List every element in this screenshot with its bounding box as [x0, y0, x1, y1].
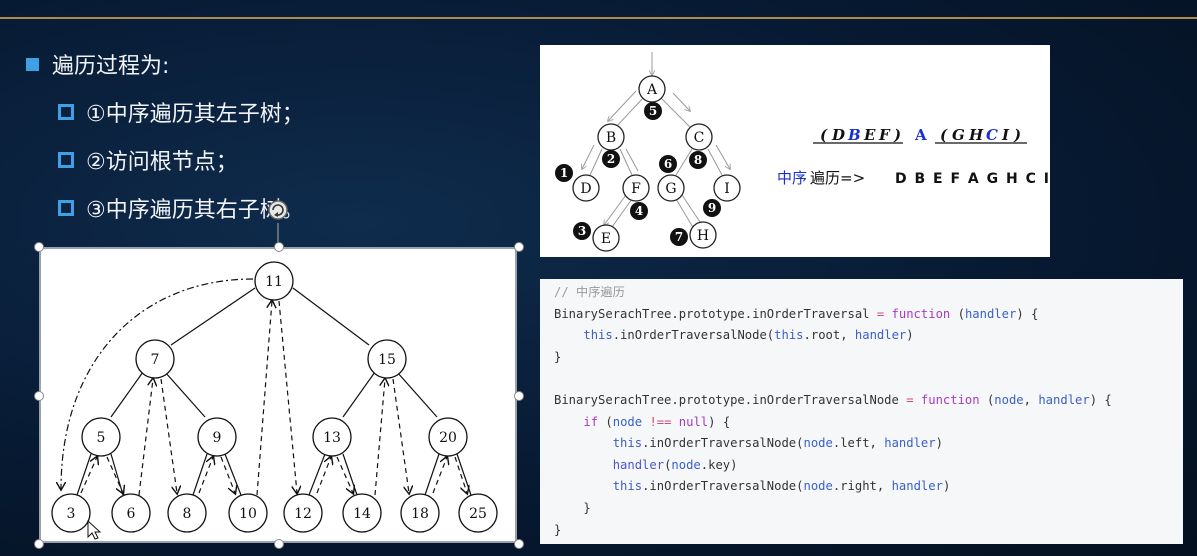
tree-leaf: 18: [411, 506, 429, 522]
resize-handle-n[interactable]: [274, 242, 284, 252]
result-label: 遍历=>: [810, 169, 865, 187]
code-block: // 中序遍历 BinarySerachTree.prototype.inOrd…: [554, 285, 1112, 537]
bullet-main: 遍历过程为:: [26, 48, 169, 80]
big-tree-diagram: 11 7 15 5 9 13 20 3 6 8 10 12 14 18 25: [51, 261, 498, 533]
result-label-blue: 中序: [777, 169, 807, 187]
resize-handle-w[interactable]: [34, 391, 44, 401]
step-4: 4: [635, 204, 643, 218]
tree-leaf: 6: [127, 506, 136, 522]
step-5: 5: [649, 104, 657, 118]
node-E: E: [601, 231, 611, 247]
step-2: 2: [607, 152, 615, 166]
big-tree-image[interactable]: 11 7 15 5 9 13 20 3 6 8 10 12 14 18 25: [39, 247, 517, 543]
bullet-step-1-text: ①中序遍历其左子树；: [86, 102, 304, 127]
svg-text:B: B: [847, 126, 861, 144]
bullet-step-2-text: ②访问根节点；: [86, 150, 238, 175]
rotate-handle[interactable]: [262, 195, 294, 247]
bullet-hollow-square-icon: [58, 152, 74, 168]
step-8: 8: [694, 153, 702, 167]
node-F: F: [631, 181, 641, 197]
bullet-main-text: 遍历过程为:: [52, 54, 170, 79]
svg-text:H: H: [968, 126, 984, 144]
bullet-hollow-square-icon: [58, 104, 74, 120]
tree-node-root: 11: [265, 274, 283, 290]
resize-handle-ne[interactable]: [514, 242, 524, 252]
resize-handle-nw[interactable]: [34, 242, 44, 252]
resize-handle-e[interactable]: [514, 391, 524, 401]
svg-text:): ): [1013, 126, 1021, 144]
step-9: 9: [708, 201, 716, 215]
node-A: A: [646, 82, 658, 98]
tree-node: 7: [151, 352, 160, 368]
node-C: C: [694, 130, 705, 146]
svg-text:(: (: [820, 126, 828, 144]
tree-node: 15: [378, 352, 396, 368]
tree-leaf: 3: [67, 506, 76, 522]
svg-text:G: G: [952, 126, 965, 144]
bullet-square-icon: [26, 57, 39, 71]
svg-text:E: E: [863, 126, 876, 144]
grouping-expression: ( D B E F ) A ( G H C I ): [813, 126, 1027, 144]
step-6: 6: [664, 157, 672, 171]
tree-node: 9: [213, 430, 222, 446]
result-sequence: D B E F A G H C I: [895, 171, 1050, 187]
svg-text:A: A: [914, 126, 927, 144]
resize-handle-s[interactable]: [274, 539, 284, 549]
tree-node: 13: [323, 430, 341, 446]
tree-leaf: 25: [469, 506, 487, 522]
svg-text:I: I: [1001, 126, 1010, 144]
bullet-hollow-square-icon: [58, 200, 74, 216]
svg-text:D: D: [831, 126, 845, 144]
svg-text:): ): [893, 126, 901, 144]
header-divider: [0, 17, 1197, 19]
small-tree-diagram: A B C D F G I E H 1 2 3 4 5 6 7 8 9 (D …: [555, 52, 1050, 252]
tree-node: 5: [97, 430, 106, 446]
bullet-step-2: ②访问根节点；: [58, 144, 238, 176]
tree-node: 20: [439, 430, 457, 446]
node-G: G: [665, 181, 676, 197]
step-7: 7: [675, 230, 683, 244]
svg-text:C: C: [986, 126, 998, 144]
step-1: 1: [560, 166, 568, 180]
node-H: H: [697, 228, 709, 244]
small-tree-panel: A B C D F G I E H 1 2 3 4 5 6 7 8 9 (D …: [540, 45, 1050, 257]
node-I: I: [724, 181, 730, 197]
svg-text:F: F: [878, 126, 891, 144]
bullet-step-1: ①中序遍历其左子树；: [58, 96, 304, 128]
resize-handle-sw[interactable]: [34, 539, 44, 549]
tree-leaf: 10: [239, 506, 257, 522]
node-B: B: [606, 130, 616, 146]
tree-leaf: 8: [183, 506, 192, 522]
tree-leaf: 14: [353, 506, 371, 522]
step-3: 3: [578, 224, 586, 238]
resize-handle-se[interactable]: [514, 539, 524, 549]
node-D: D: [580, 181, 591, 197]
tree-leaf: 12: [294, 506, 312, 522]
cursor-move-icon: [87, 519, 102, 540]
svg-text:(: (: [940, 126, 948, 144]
code-panel: // 中序遍历 BinarySerachTree.prototype.inOrd…: [540, 279, 1183, 544]
